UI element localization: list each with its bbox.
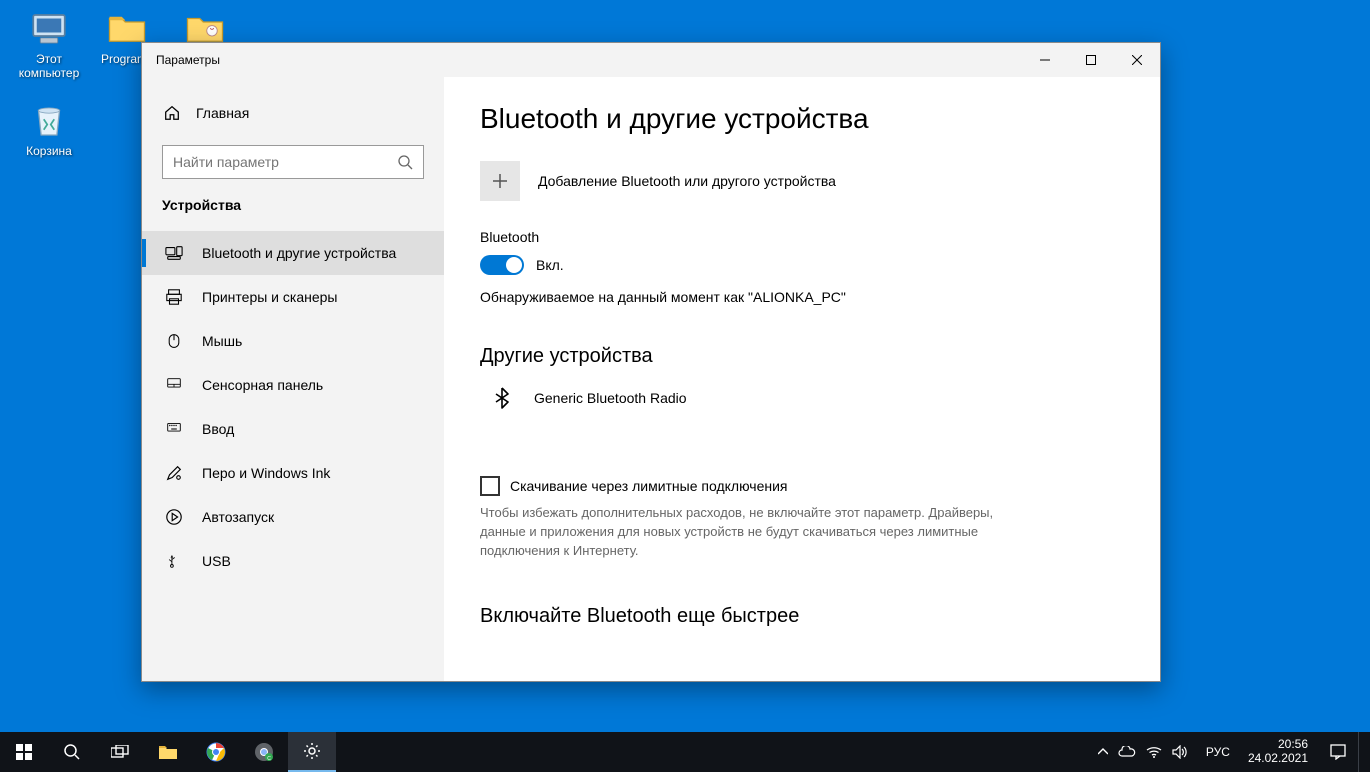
taskbar-app-explorer[interactable] bbox=[144, 732, 192, 772]
device-name: Generic Bluetooth Radio bbox=[534, 390, 687, 406]
sidebar-nav-list: Bluetooth и другие устройства Принтеры и… bbox=[142, 231, 444, 583]
metered-checkbox-label: Скачивание через лимитные подключения bbox=[510, 478, 787, 494]
sidebar-item-label: Мышь bbox=[202, 333, 242, 349]
home-label: Главная bbox=[196, 105, 249, 121]
metered-checkbox[interactable] bbox=[480, 476, 500, 496]
taskbar-search-button[interactable] bbox=[48, 732, 96, 772]
search-field[interactable] bbox=[173, 154, 397, 170]
tray-onedrive-icon[interactable] bbox=[1118, 746, 1136, 758]
svg-text:C: C bbox=[267, 756, 271, 762]
show-desktop-button[interactable] bbox=[1358, 732, 1364, 772]
plus-icon bbox=[480, 161, 520, 201]
desktop-icon-label: Корзина bbox=[26, 144, 72, 158]
touchpad-icon bbox=[164, 375, 184, 395]
sidebar-item-label: Автозапуск bbox=[202, 509, 274, 525]
printer-icon bbox=[164, 287, 184, 307]
taskbar-app-chrome[interactable] bbox=[192, 732, 240, 772]
keyboard-icon bbox=[164, 419, 184, 439]
language-indicator[interactable]: РУС bbox=[1198, 745, 1238, 759]
discoverable-text: Обнаруживаемое на данный момент как "ALI… bbox=[480, 289, 1116, 305]
sidebar-item-typing[interactable]: Ввод bbox=[142, 407, 444, 451]
add-device-label: Добавление Bluetooth или другого устройс… bbox=[538, 173, 836, 189]
sidebar-item-usb[interactable]: USB bbox=[142, 539, 444, 583]
sidebar-item-label: Ввод bbox=[202, 421, 234, 437]
taskbar-clock[interactable]: 20:56 24.02.2021 bbox=[1238, 738, 1318, 766]
taskbar: C РУС 20:56 24.02.2021 bbox=[0, 732, 1370, 772]
sidebar-item-label: USB bbox=[202, 553, 231, 569]
tray-chevron-up-icon[interactable] bbox=[1098, 748, 1108, 756]
settings-window: Параметры Главная Устройства bbox=[141, 42, 1161, 682]
sidebar-item-bluetooth[interactable]: Bluetooth и другие устройства bbox=[142, 231, 444, 275]
home-icon bbox=[162, 103, 182, 123]
notifications-button[interactable] bbox=[1318, 732, 1358, 772]
promo-heading: Включайте Bluetooth еще быстрее bbox=[480, 605, 1116, 628]
settings-sidebar: Главная Устройства Bluetooth и другие ус… bbox=[142, 77, 444, 681]
sidebar-item-printers[interactable]: Принтеры и сканеры bbox=[142, 275, 444, 319]
sidebar-item-label: Bluetooth и другие устройства bbox=[202, 245, 396, 261]
bluetooth-label: Bluetooth bbox=[480, 229, 1116, 245]
autoplay-icon bbox=[164, 507, 184, 527]
recycle-bin-icon bbox=[28, 100, 70, 142]
bluetooth-toggle[interactable] bbox=[480, 255, 524, 275]
window-title: Параметры bbox=[156, 53, 1022, 67]
search-input[interactable] bbox=[162, 145, 424, 179]
toggle-state-label: Вкл. bbox=[536, 257, 564, 273]
desktop-icon-recycle-bin[interactable]: Корзина bbox=[12, 100, 86, 158]
desktop-icon-this-pc[interactable]: Этот компьютер bbox=[12, 8, 86, 80]
taskbar-app-settings[interactable] bbox=[288, 732, 336, 772]
clock-time: 20:56 bbox=[1248, 738, 1308, 752]
mouse-icon bbox=[164, 331, 184, 351]
sidebar-section-header: Устройства bbox=[142, 197, 444, 213]
metered-help-text: Чтобы избежать дополнительных расходов, … bbox=[480, 504, 1000, 561]
sidebar-item-pen[interactable]: Перо и Windows Ink bbox=[142, 451, 444, 495]
sidebar-item-mouse[interactable]: Мышь bbox=[142, 319, 444, 363]
maximize-button[interactable] bbox=[1068, 43, 1114, 77]
computer-icon bbox=[28, 8, 70, 50]
close-button[interactable] bbox=[1114, 43, 1160, 77]
minimize-button[interactable] bbox=[1022, 43, 1068, 77]
tray-volume-icon[interactable] bbox=[1172, 745, 1188, 759]
page-title: Bluetooth и другие устройства bbox=[480, 103, 1116, 135]
sidebar-item-label: Сенсорная панель bbox=[202, 377, 323, 393]
other-devices-heading: Другие устройства bbox=[480, 345, 1116, 368]
search-icon bbox=[397, 154, 413, 170]
window-controls bbox=[1022, 43, 1160, 77]
tray-wifi-icon[interactable] bbox=[1146, 746, 1162, 758]
sidebar-item-label: Принтеры и сканеры bbox=[202, 289, 337, 305]
add-device-button[interactable]: Добавление Bluetooth или другого устройс… bbox=[480, 161, 1116, 201]
start-button[interactable] bbox=[0, 732, 48, 772]
sidebar-item-label: Перо и Windows Ink bbox=[202, 465, 330, 481]
task-view-button[interactable] bbox=[96, 732, 144, 772]
taskbar-app-chrome-canary[interactable]: C bbox=[240, 732, 288, 772]
desktop-icon-label: Этот компьютер bbox=[19, 52, 80, 80]
sidebar-item-autoplay[interactable]: Автозапуск bbox=[142, 495, 444, 539]
titlebar[interactable]: Параметры bbox=[142, 43, 1160, 77]
desktop: Этот компьютер Programs Корзина Параметр… bbox=[0, 0, 1370, 772]
clock-date: 24.02.2021 bbox=[1248, 752, 1308, 766]
device-item[interactable]: Generic Bluetooth Radio bbox=[480, 380, 1116, 416]
home-button[interactable]: Главная bbox=[142, 95, 444, 131]
devices-icon bbox=[164, 243, 184, 263]
bluetooth-icon bbox=[492, 386, 512, 410]
sidebar-item-touchpad[interactable]: Сенсорная панель bbox=[142, 363, 444, 407]
pen-icon bbox=[164, 463, 184, 483]
usb-icon bbox=[164, 551, 184, 571]
system-tray[interactable] bbox=[1088, 745, 1198, 759]
settings-main: Bluetooth и другие устройства Добавление… bbox=[444, 77, 1160, 681]
